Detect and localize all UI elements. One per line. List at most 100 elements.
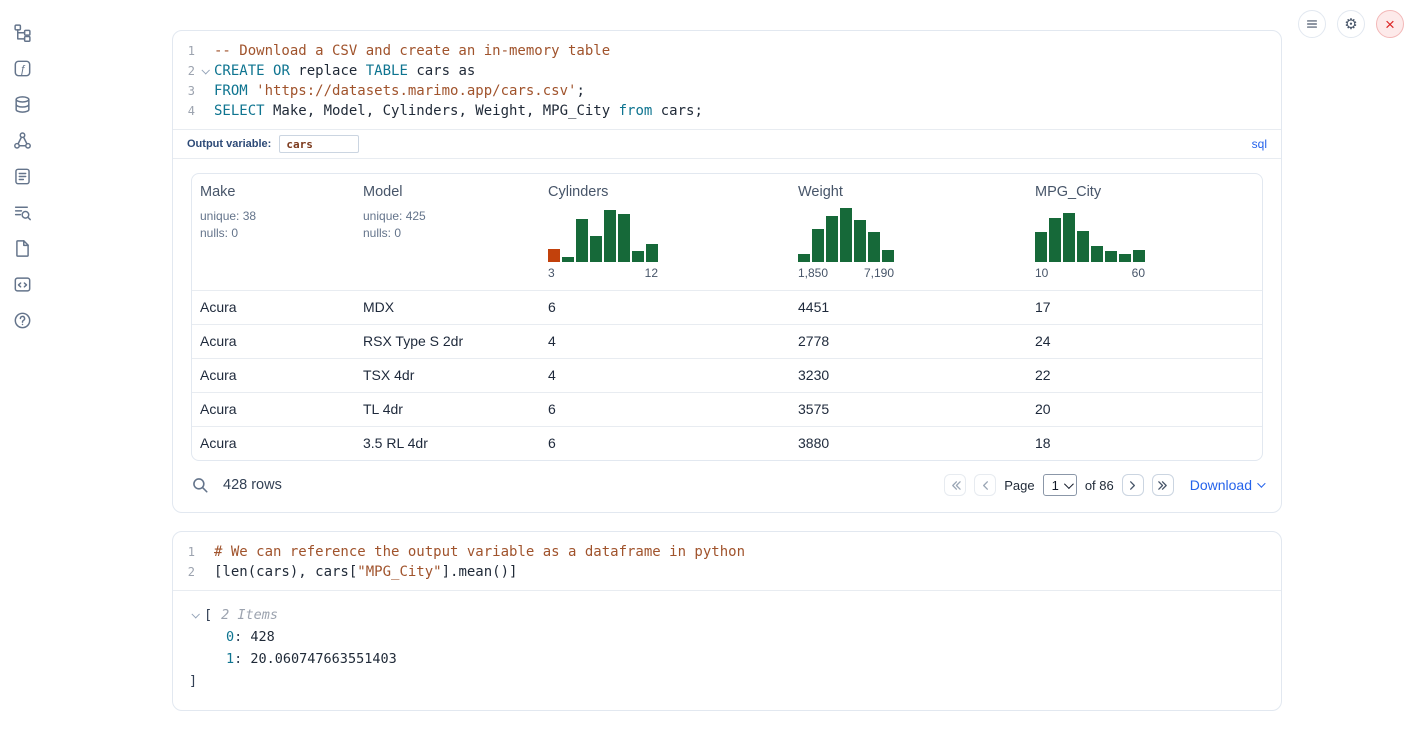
column-label: Cylinders [548,184,782,200]
axis-max-label: 12 [645,266,658,280]
code-line[interactable]: 2[len(cars), cars["MPG_City"].mean()] [173,562,1281,582]
column-stats: unique: 38 [200,208,347,225]
column-header[interactable]: MPG_City1060 [1027,174,1262,290]
table-cell: 3880 [790,427,1027,460]
left-sidebar: ƒ [0,0,44,729]
histogram-bar [868,232,880,262]
table-cell: 18 [1027,427,1262,460]
python-cell: 1# We can reference the output variable … [172,531,1282,711]
table-row[interactable]: AcuraTSX 4dr4323022 [192,358,1262,392]
menu-button[interactable] [1298,10,1326,38]
histogram-bar [590,236,602,262]
settings-button[interactable]: ⚙ [1337,10,1365,38]
download-button[interactable]: Download [1190,477,1263,493]
code-line[interactable]: 2CREATE OR replace TABLE cars as [173,61,1281,81]
column-label: MPG_City [1035,184,1254,200]
table-row[interactable]: Acura3.5 RL 4dr6388018 [192,426,1262,460]
close-button[interactable]: × [1376,10,1404,38]
pagination: Page 1 of 86 [944,474,1174,496]
data-sources-icon[interactable] [13,95,32,114]
notebook: 1-- Download a CSV and create an in-memo… [172,30,1282,711]
table-row[interactable]: AcuraRSX Type S 2dr4277824 [192,324,1262,358]
close-icon: × [1385,16,1395,33]
column-stats: nulls: 0 [363,225,532,242]
open-bracket: [ [204,604,212,626]
documentation-icon[interactable] [13,239,32,258]
table-row[interactable]: AcuraTL 4dr6357520 [192,392,1262,426]
histogram-bar [646,244,658,262]
histogram-bar [826,216,838,262]
code-line[interactable]: 1-- Download a CSV and create an in-memo… [173,41,1281,61]
column-label: Weight [798,184,1019,200]
output-variable-bar: Output variable: sql [173,129,1281,159]
column-header[interactable]: Modelunique: 425nulls: 0 [355,174,540,290]
table-cell: Acura [192,291,355,324]
histogram-bar [1119,254,1131,262]
tree-entry: 1: 20.060747663551403 [189,648,1281,670]
output-variable-input[interactable] [279,135,359,153]
search-icon[interactable] [191,476,209,494]
table-row[interactable]: AcuraMDX6445117 [192,290,1262,324]
column-header[interactable]: Weight 1,8507,190 [790,174,1027,290]
tree-entry: 0: 428 [189,626,1281,648]
first-page-button[interactable] [944,474,966,496]
code-line[interactable]: 3FROM 'https://datasets.marimo.app/cars.… [173,81,1281,101]
histogram-bar [1133,250,1145,262]
last-page-button[interactable] [1152,474,1174,496]
table-cell: 20 [1027,393,1262,426]
table-cell: TSX 4dr [355,359,540,392]
prev-page-button[interactable] [974,474,996,496]
snippets-icon[interactable] [13,275,32,294]
close-bracket: ] [189,670,1281,692]
table-footer: 428 rows Page 1 of 86 [191,461,1263,512]
table-cell: 4 [540,359,790,392]
axis-min-label: 10 [1035,266,1048,280]
code-line[interactable]: 1# We can reference the output variable … [173,542,1281,562]
table-cell: Acura [192,359,355,392]
file-explorer-icon[interactable] [13,23,32,42]
column-histogram: 1,8507,190 [798,208,1019,280]
fold-chevron-icon[interactable] [195,68,214,74]
python-code-editor[interactable]: 1# We can reference the output variable … [173,532,1281,590]
table-cell: TL 4dr [355,393,540,426]
language-badge: sql [1252,137,1267,151]
dependency-graph-icon[interactable] [13,131,32,150]
table-cell: 4451 [790,291,1027,324]
logs-icon[interactable] [13,203,32,222]
collapse-chevron-icon[interactable] [189,612,201,618]
help-icon[interactable] [13,311,32,330]
table-cell: 6 [540,427,790,460]
line-number-gutter: 2 [173,61,214,81]
svg-text:ƒ: ƒ [19,64,25,76]
outline-icon[interactable] [13,167,32,186]
row-count: 428 rows [223,477,282,493]
menu-icon [1305,17,1319,31]
axis-max-label: 7,190 [864,266,894,280]
top-actions: ⚙ × [1298,10,1404,38]
column-header[interactable]: Cylinders312 [540,174,790,290]
histogram-bar [840,208,852,262]
table-cell: 4 [540,325,790,358]
next-page-button[interactable] [1122,474,1144,496]
histogram-bar [548,249,560,262]
histogram-bar [604,210,616,262]
page-total-label: of 86 [1085,478,1114,493]
tree-entries: 0: 4281: 20.060747663551403 [189,626,1281,670]
column-label: Model [363,184,532,200]
tree-root: [ 2 Items [189,604,1281,626]
column-header[interactable]: Makeunique: 38nulls: 0 [192,174,355,290]
line-number-gutter: 1 [173,41,214,61]
sql-code-editor[interactable]: 1-- Download a CSV and create an in-memo… [173,31,1281,129]
page-select[interactable]: 1 [1043,474,1077,496]
code-line[interactable]: 4SELECT Make, Model, Cylinders, Weight, … [173,101,1281,121]
page-select-value: 1 [1052,478,1059,493]
column-stats: nulls: 0 [200,225,347,242]
line-number-gutter: 4 [173,101,214,121]
chevrons-left-icon [950,480,961,491]
table-cell: 2778 [790,325,1027,358]
chevron-right-icon [1127,480,1138,491]
histogram-bar [1091,246,1103,262]
table-cell: 6 [540,393,790,426]
variables-icon[interactable]: ƒ [13,59,32,78]
sql-cell: 1-- Download a CSV and create an in-memo… [172,30,1282,513]
